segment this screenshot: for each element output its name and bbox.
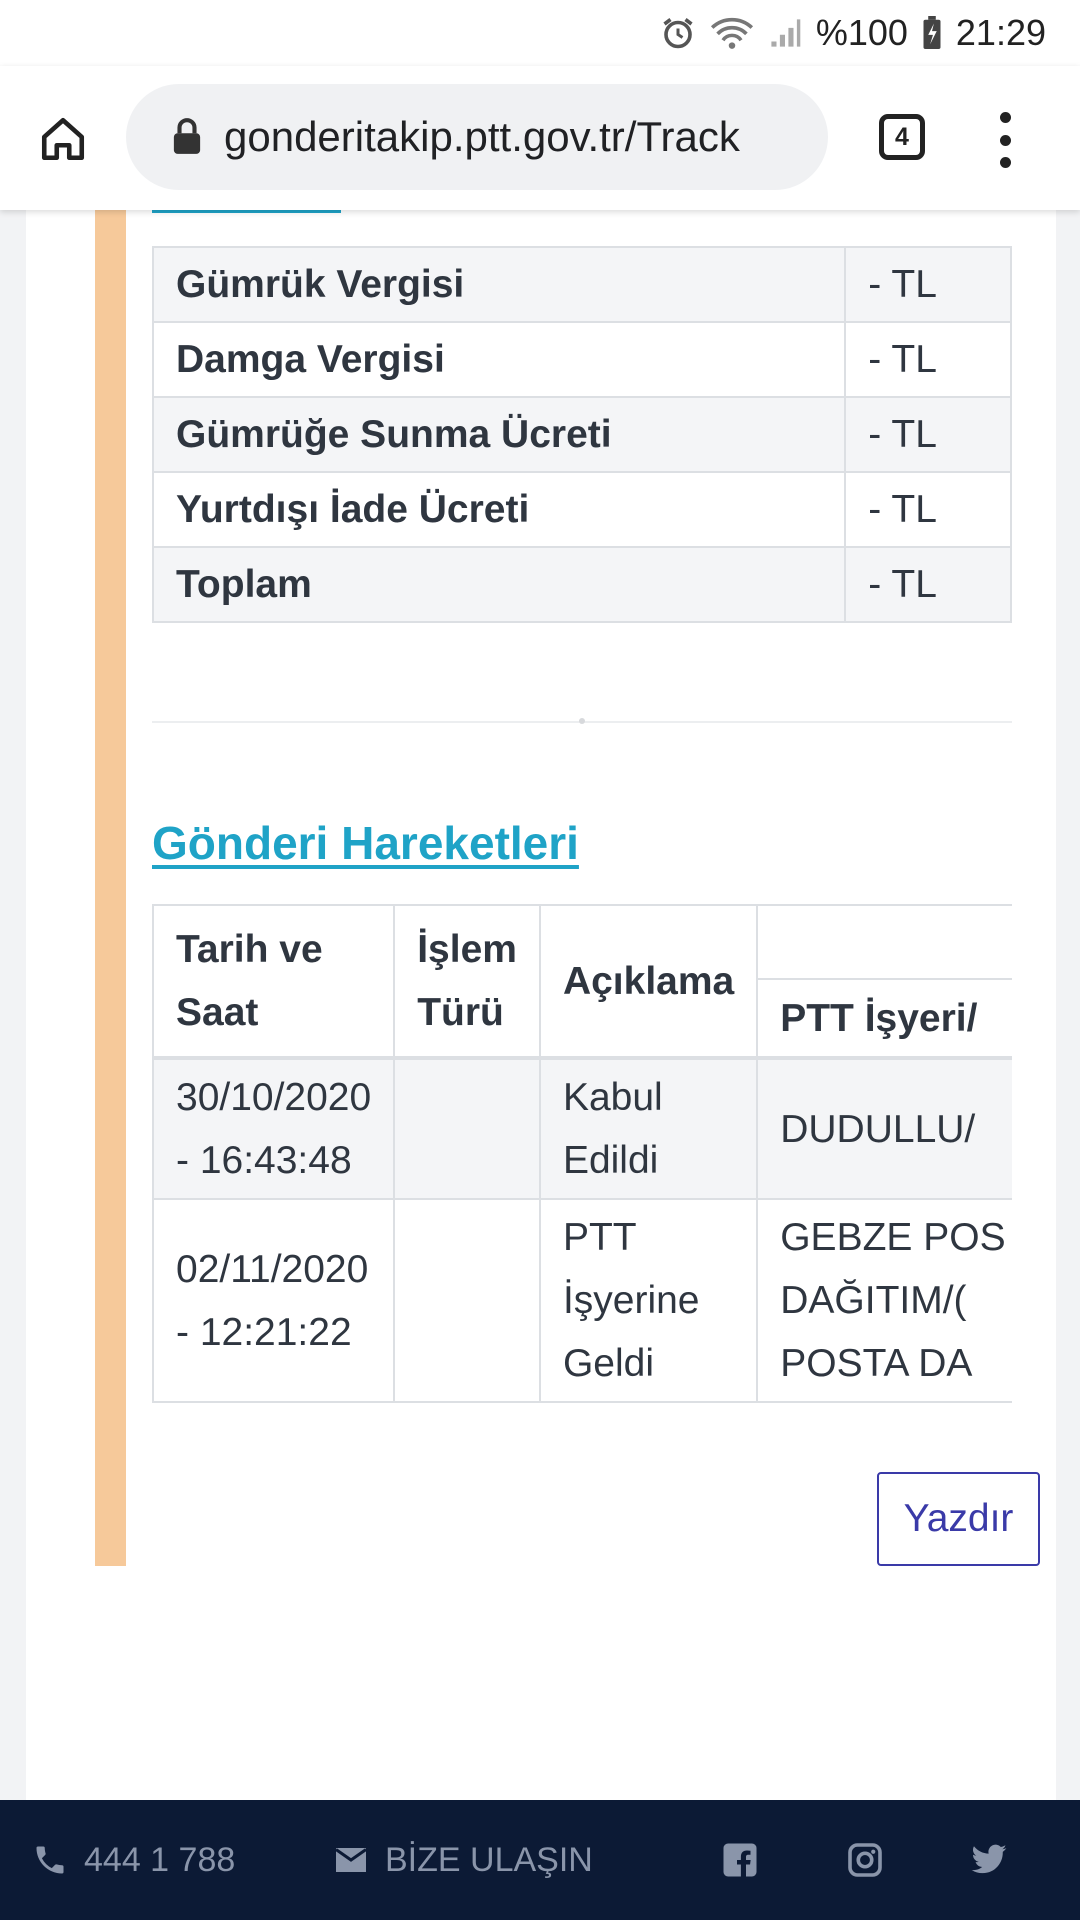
contact-label: BİZE ULAŞIN [385,1840,593,1879]
alarm-icon [660,15,696,51]
row-description: PTT İşyerine Geldi [538,1198,759,1403]
table-row: 30/10/2020 - 16:43:48 Kabul Edildi DUDUL… [152,1057,1012,1200]
table-row: Damga Vergisi - TL [151,321,1012,398]
footer-bar: 444 1 788 BİZE ULAŞIN [0,1800,1080,1920]
header-group [756,904,1012,980]
row-office: GEBZE POS DAĞITIM/( POSTA DA [756,1198,1012,1403]
movements-title-link[interactable]: Gönderi Hareketleri [152,816,579,870]
phone-number: 444 1 788 [84,1840,236,1879]
fee-value: - TL [844,321,1012,398]
browser-toolbar: gonderitakip.ptt.gov.tr/Track 4 [0,66,1080,210]
signal-icon [768,16,802,50]
table-row: Gümrük Vergisi - TL [151,246,1012,323]
battery-icon [922,16,942,50]
header-date: Tarih ve Saat [152,904,396,1060]
address-bar[interactable]: gonderitakip.ptt.gov.tr/Track [126,84,828,190]
fee-value: - TL [844,246,1012,323]
phone-link[interactable]: 444 1 788 [32,1800,235,1920]
menu-dot-icon [999,134,1011,146]
twitter-icon [971,1844,1007,1874]
row-office: DUDULLU/ [756,1057,1012,1200]
instagram-link[interactable] [847,1800,883,1920]
menu-dot-icon [999,112,1011,123]
fee-value: - TL [844,396,1012,473]
row-type [393,1057,541,1200]
fee-table: Gümrük Vergisi - TL Damga Vergisi - TL G… [151,246,1012,623]
movements-table: Tarih ve Saat İşlem Türü Açıklama PTT İş… [152,904,1012,1403]
overflow-menu-button[interactable] [990,112,1020,168]
url-text: gonderitakip.ptt.gov.tr/Track [224,113,740,160]
fee-total-value: - TL [844,546,1012,623]
header-office: PTT İşyeri/ [756,978,1012,1060]
accent-bar [95,210,126,1566]
movements-table-scroll[interactable]: Tarih ve Saat İşlem Türü Açıklama PTT İş… [152,904,1012,1404]
table-row: Toplam - TL [151,546,1012,623]
twitter-link[interactable] [970,1800,1008,1920]
battery-percent: %100 [815,12,908,53]
row-type [393,1198,541,1403]
menu-dot-icon [999,157,1011,168]
clock: 21:29 [955,12,1046,53]
print-button[interactable]: Yazdır [877,1472,1040,1566]
table-row: Gümrüğe Sunma Ücreti - TL [151,396,1012,473]
divider-dot [579,718,585,724]
row-description: Kabul Edildi [538,1057,759,1200]
table-row: Yurtdışı İade Ücreti - TL [151,471,1012,548]
wifi-icon [710,15,754,51]
status-bar: %100 21:29 [0,0,1080,66]
lock-icon [172,118,202,156]
fee-value: - TL [844,471,1012,548]
mail-icon [335,1848,367,1872]
phone-icon [36,1846,64,1874]
fee-label: Gümrüğe Sunma Ücreti [151,396,847,473]
fee-label: Yurtdışı İade Ücreti [151,471,847,548]
header-type: İşlem Türü [393,904,541,1060]
instagram-icon [848,1843,882,1877]
table-row: 02/11/2020 - 12:21:22 PTT İşyerine Geldi… [152,1198,1012,1403]
home-icon [41,117,85,161]
row-date: 30/10/2020 - 16:43:48 [152,1057,396,1200]
link-underline [152,210,341,213]
page-content: Gümrük Vergisi - TL Damga Vergisi - TL G… [26,210,1056,1800]
fee-total-label: Toplam [151,546,847,623]
home-button[interactable] [30,106,96,172]
tab-switcher-button[interactable]: 4 [879,114,925,160]
contact-link[interactable]: BİZE ULAŞIN [333,1800,593,1920]
facebook-icon [723,1843,757,1877]
fee-label: Gümrük Vergisi [151,246,847,323]
header-description: Açıklama [538,904,759,1060]
fee-label: Damga Vergisi [151,321,847,398]
facebook-link[interactable] [722,1800,758,1920]
row-date: 02/11/2020 - 12:21:22 [152,1198,396,1403]
